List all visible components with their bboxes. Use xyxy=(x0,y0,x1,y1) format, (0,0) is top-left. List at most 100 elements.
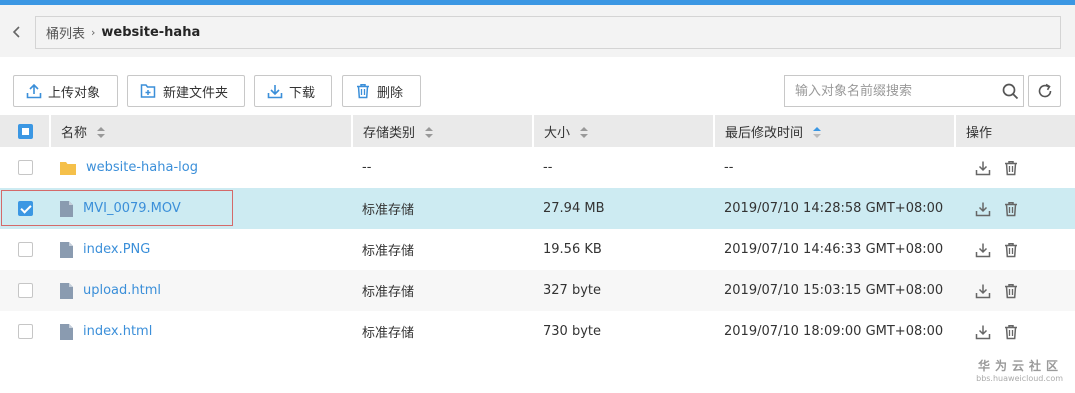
object-name-link[interactable]: upload.html xyxy=(83,283,161,298)
trash-icon[interactable] xyxy=(1003,283,1019,299)
table-row[interactable]: MVI_0079.MOV 标准存储 27.94 MB 2019/07/10 14:28… xyxy=(0,188,1075,229)
upload-object-label: 上传对象 xyxy=(48,85,101,101)
column-ops-label: 操作 xyxy=(966,125,993,141)
table-row[interactable]: index.PNG 标准存储 19.56 KB 2019/07/10 14:46:33… xyxy=(0,229,1075,270)
watermark-title: 华为云社区 xyxy=(977,359,1063,373)
row-checkbox[interactable] xyxy=(18,242,33,257)
row-checkbox[interactable] xyxy=(18,283,33,298)
download-button[interactable]: 下载 xyxy=(254,75,332,107)
modified-cell: 2019/07/10 18:09:00 GMT+08:00 xyxy=(724,324,944,339)
name-cell: MVI_0079.MOV xyxy=(50,188,352,229)
download-icon[interactable] xyxy=(975,242,991,258)
download-icon[interactable] xyxy=(975,283,991,299)
storage-cell: 标准存储 xyxy=(352,270,533,311)
download-icon[interactable] xyxy=(975,324,991,340)
delete-label: 删除 xyxy=(377,85,404,101)
select-all-cell xyxy=(0,115,51,147)
trash-icon[interactable] xyxy=(1003,160,1019,176)
modified-cell: -- xyxy=(724,160,734,175)
storage-cell: 标准存储 xyxy=(362,244,415,259)
modified-cell: 2019/07/10 15:03:15 GMT+08:00 xyxy=(714,270,955,311)
search-box xyxy=(784,75,1024,107)
object-list-panel: 上传对象 新建文件夹 下载 删除 输入对象名前缀搜索 名称 存储类别 大小 最后… xyxy=(0,57,1075,393)
name-cell: website-haha-log xyxy=(50,147,352,188)
object-name-link[interactable]: website-haha-log xyxy=(86,160,198,175)
size-cell: 27.94 MB xyxy=(533,188,714,229)
download-icon[interactable] xyxy=(975,160,991,176)
table-header-row: 名称 存储类别 大小 最后修改时间 操作 xyxy=(0,115,1075,147)
row-checkbox[interactable] xyxy=(18,160,33,175)
sort-icon[interactable] xyxy=(425,127,434,139)
table-row[interactable]: website-haha-log -- -- -- xyxy=(0,147,1075,188)
row-checkbox[interactable] xyxy=(18,324,33,339)
name-cell: upload.html xyxy=(50,270,352,311)
new-folder-button[interactable]: 新建文件夹 xyxy=(127,75,245,107)
trash-icon xyxy=(357,84,369,99)
upload-object-button[interactable]: 上传对象 xyxy=(13,75,118,107)
sort-icon[interactable] xyxy=(580,127,589,139)
row-select-cell xyxy=(0,270,50,311)
column-name-label: 名称 xyxy=(61,125,88,141)
column-header-size[interactable]: 大小 xyxy=(533,115,715,147)
sort-active-icon[interactable] xyxy=(813,127,822,139)
download-icon xyxy=(267,85,283,99)
refresh-button[interactable] xyxy=(1028,75,1061,107)
object-name-link[interactable]: index.PNG xyxy=(83,242,150,257)
column-storage-label: 存储类别 xyxy=(363,125,416,141)
column-modified-label: 最后修改时间 xyxy=(725,125,804,141)
select-all-checkbox[interactable] xyxy=(18,123,33,139)
size-cell: 730 byte xyxy=(543,324,601,339)
new-folder-label: 新建文件夹 xyxy=(163,85,229,101)
row-select-cell xyxy=(0,229,50,270)
column-header-storage[interactable]: 存储类别 xyxy=(352,115,534,147)
breadcrumb-root-link[interactable]: 桶列表 xyxy=(46,23,85,42)
breadcrumb-separator-icon: › xyxy=(91,26,96,39)
ops-cell xyxy=(955,270,1075,311)
file-icon xyxy=(60,200,73,217)
refresh-icon xyxy=(1038,83,1051,98)
chevron-left-icon xyxy=(12,26,20,38)
storage-cell: 标准存储 xyxy=(352,188,533,229)
new-folder-icon xyxy=(140,84,156,98)
trash-icon[interactable] xyxy=(1003,201,1019,217)
search-input[interactable] xyxy=(785,77,997,105)
column-header-ops: 操作 xyxy=(955,115,1075,147)
column-header-name[interactable]: 名称 xyxy=(50,115,353,147)
watermark: 华为云社区 bbs.huaweicloud.com xyxy=(976,357,1063,383)
object-table: 名称 存储类别 大小 最后修改时间 操作 website-haha-log -- -… xyxy=(0,115,1075,352)
ops-cell xyxy=(955,229,1075,270)
ops-cell xyxy=(955,311,1075,352)
back-button[interactable] xyxy=(8,23,26,41)
download-label: 下载 xyxy=(289,85,316,101)
breadcrumb-bar: 桶列表 › website-haha xyxy=(0,5,1075,57)
table-row[interactable]: index.html 标准存储 730 byte 2019/07/10 18:09:0… xyxy=(0,311,1075,352)
column-size-label: 大小 xyxy=(544,125,571,141)
storage-cell: 标准存储 xyxy=(362,326,415,341)
file-icon xyxy=(60,282,73,299)
toolbar: 上传对象 新建文件夹 下载 删除 xyxy=(0,57,1075,115)
object-name-link[interactable]: MVI_0079.MOV xyxy=(83,201,181,216)
size-cell: 327 byte xyxy=(533,270,714,311)
trash-icon[interactable] xyxy=(1003,242,1019,258)
column-header-modified[interactable]: 最后修改时间 xyxy=(714,115,956,147)
watermark-url: bbs.huaweicloud.com xyxy=(976,374,1063,383)
object-name-link[interactable]: index.html xyxy=(83,324,152,339)
size-cell: -- xyxy=(543,160,553,175)
breadcrumb-current: website-haha xyxy=(101,25,201,40)
sort-icon[interactable] xyxy=(97,127,106,139)
search-icon[interactable] xyxy=(997,77,1023,105)
row-select-cell xyxy=(0,188,50,229)
row-select-cell xyxy=(0,311,50,352)
storage-cell: -- xyxy=(362,160,372,175)
trash-icon[interactable] xyxy=(1003,324,1019,340)
modified-cell: 2019/07/10 14:46:33 GMT+08:00 xyxy=(724,242,944,257)
file-icon xyxy=(60,323,73,340)
name-cell: index.PNG xyxy=(50,229,352,270)
ops-cell xyxy=(955,147,1075,188)
file-icon xyxy=(60,241,73,258)
table-row[interactable]: upload.html 标准存储 327 byte 2019/07/10 15:03:… xyxy=(0,270,1075,311)
size-cell: 19.56 KB xyxy=(543,242,602,257)
row-checkbox[interactable] xyxy=(18,201,33,216)
download-icon[interactable] xyxy=(975,201,991,217)
delete-button[interactable]: 删除 xyxy=(342,75,421,107)
